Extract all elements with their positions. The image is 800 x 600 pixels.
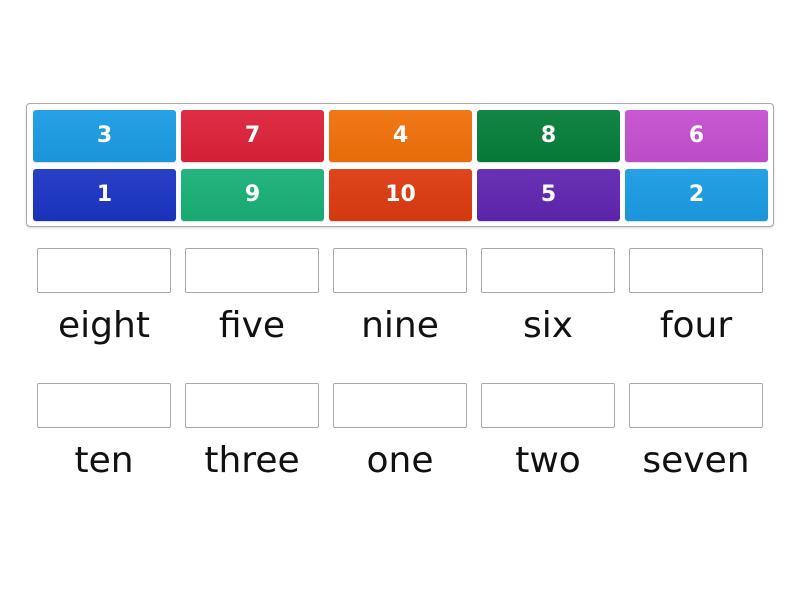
drop-target-box[interactable] bbox=[37, 383, 171, 428]
number-word-label: seven bbox=[642, 440, 750, 481]
answer-tile[interactable]: 5 bbox=[477, 169, 620, 221]
answer-tile[interactable]: 9 bbox=[181, 169, 324, 221]
number-word-label: ten bbox=[74, 440, 134, 481]
answer-tile[interactable]: 6 bbox=[625, 110, 768, 162]
drop-target-box[interactable] bbox=[37, 248, 171, 293]
drop-target-box[interactable] bbox=[629, 383, 763, 428]
drop-target-box[interactable] bbox=[333, 248, 467, 293]
number-word-label: three bbox=[204, 440, 300, 481]
answer-tile[interactable]: 3 bbox=[33, 110, 176, 162]
drop-target-box[interactable] bbox=[333, 383, 467, 428]
number-word-label: nine bbox=[361, 305, 439, 346]
answer-tile[interactable]: 8 bbox=[477, 110, 620, 162]
drop-target-box[interactable] bbox=[481, 248, 615, 293]
answer-tile[interactable]: 2 bbox=[625, 169, 768, 221]
drop-target-box[interactable] bbox=[481, 383, 615, 428]
drop-target-box[interactable] bbox=[629, 248, 763, 293]
number-word-label: four bbox=[659, 305, 733, 346]
answer-tile[interactable]: 7 bbox=[181, 110, 324, 162]
number-word-label: one bbox=[366, 440, 434, 481]
answer-tile[interactable]: 10 bbox=[329, 169, 472, 221]
answer-tile[interactable]: 4 bbox=[329, 110, 472, 162]
number-word-label: eight bbox=[58, 305, 150, 346]
number-word-label: six bbox=[522, 305, 574, 346]
answer-tile[interactable]: 1 bbox=[33, 169, 176, 221]
drop-target-box[interactable] bbox=[185, 248, 319, 293]
drop-target-box[interactable] bbox=[185, 383, 319, 428]
number-word-label: two bbox=[515, 440, 581, 481]
number-word-label: five bbox=[218, 305, 286, 346]
